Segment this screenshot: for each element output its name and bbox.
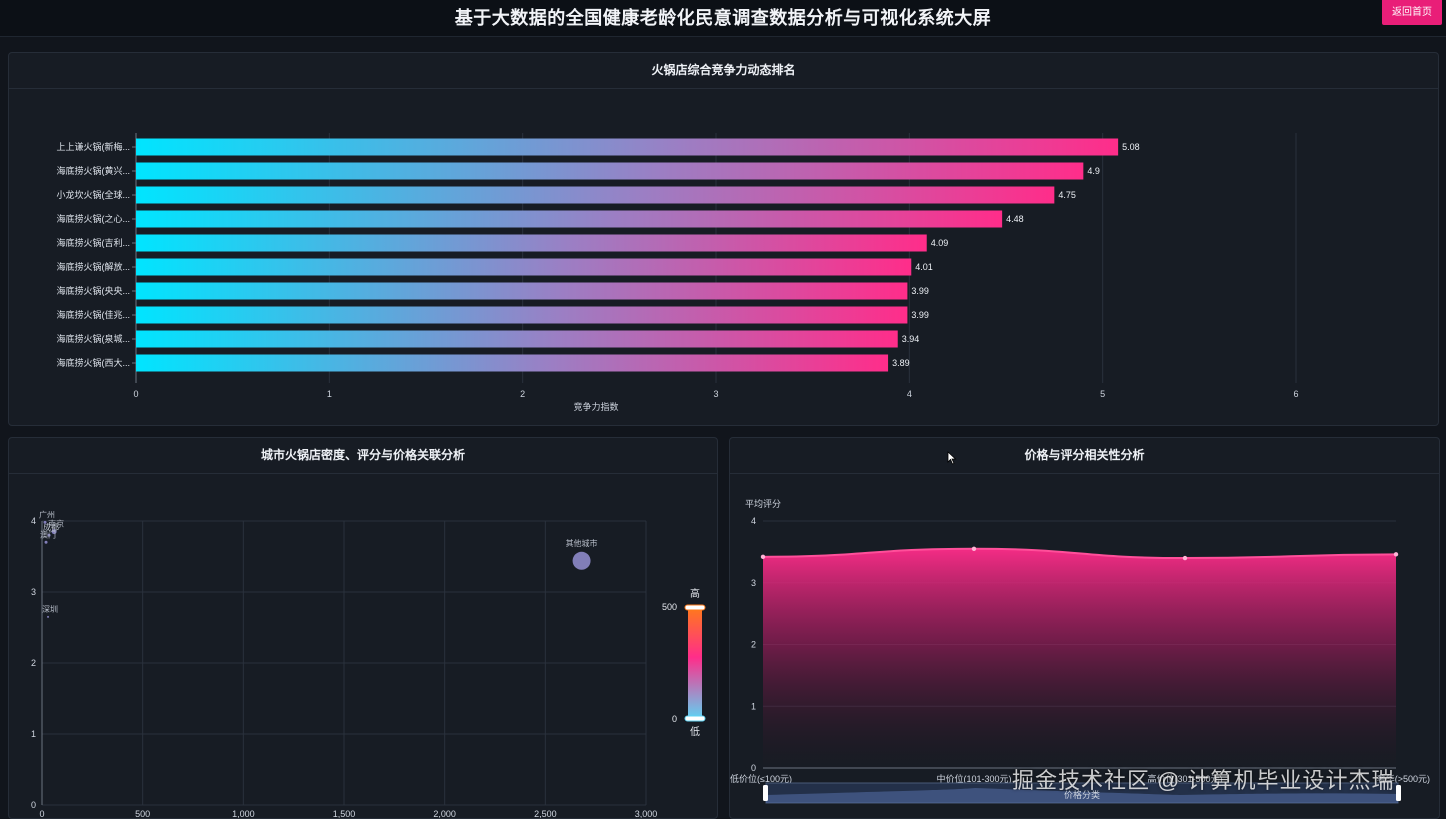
visualmap-handle-top	[684, 604, 706, 611]
bar-value-label: 3.99	[911, 286, 929, 296]
scatter-point-label: 深圳	[42, 604, 58, 614]
bar-category-label: 海底捞火锅(央央...	[57, 285, 131, 296]
bar	[136, 138, 1119, 156]
bar-category-label: 海底捞火锅(解放...	[57, 261, 131, 272]
y-tick-label: 2	[31, 658, 36, 668]
y-tick-label: 1	[31, 729, 36, 739]
ranking-bar-chart: 0 1 2 3 4 5 6 上上谦火锅(新梅... 5.08 海底捞火锅(黄兴... 4.9 小龙坎火…	[57, 133, 1299, 412]
area-point	[760, 554, 766, 560]
y-tick-label: 0	[31, 800, 36, 810]
area-fill	[763, 548, 1396, 768]
bar-value-label: 3.89	[892, 358, 910, 368]
bar-category-label: 海底捞火锅(吉利...	[57, 237, 131, 248]
scatter-point	[47, 615, 50, 618]
bar-category-label: 上上谦火锅(新梅...	[57, 141, 131, 152]
bar	[136, 306, 908, 324]
scatter-point	[44, 540, 48, 544]
bar-category-label: 小龙坎火锅(全球...	[57, 189, 131, 200]
scatter-point-label: 广州	[39, 509, 55, 519]
x-tick-label: 3,000	[635, 809, 658, 818]
x-tick-label: 500	[135, 809, 150, 818]
x-tick-label: 1,000	[232, 809, 255, 818]
y-tick-label: 3	[751, 578, 756, 588]
bar-value-label: 3.94	[902, 334, 920, 344]
area-point	[1393, 552, 1399, 557]
x-tick-label: 2,500	[534, 809, 557, 818]
mouse-cursor-icon	[947, 451, 957, 465]
y-tick-label: 4	[751, 516, 756, 526]
x-tick-label: 6	[1293, 389, 1298, 399]
x-tick-label: 0	[133, 389, 138, 399]
y-axis-title: 平均评分	[745, 498, 781, 509]
city-scatter-panel: 城市火锅店密度、评分与价格关联分析 0 500 1,000 1,500 2,000 2,5…	[8, 437, 718, 819]
bar-category-label: 海底捞火锅(泉城...	[57, 333, 131, 344]
visualmap-min-label: 0	[672, 714, 677, 724]
datazoom-handle-right[interactable]	[1396, 785, 1401, 801]
bar-category-label: 海底捞火锅(之心...	[57, 213, 131, 224]
x-tick-label: 1,500	[333, 809, 356, 818]
x-category-label: 中价位(101-300元)	[936, 773, 1011, 784]
y-tick-label: 4	[31, 516, 36, 526]
bar-category-label: 海底捞火锅(西大...	[57, 357, 131, 368]
x-tick-label: 4	[907, 389, 912, 399]
datazoom-handle-left[interactable]	[763, 785, 768, 801]
scatter-point-label: 其他城市	[566, 538, 598, 548]
ranking-panel: 火锅店综合竞争力动态排名 0 1 2 3 4 5 6 上上谦火锅(新梅... 5.08 海底捞火锅…	[8, 52, 1439, 426]
x-category-label: 低价位(≤100元)	[730, 773, 792, 784]
bar	[136, 282, 908, 300]
x-tick-label: 1	[327, 389, 332, 399]
area-point	[1182, 555, 1188, 561]
y-tick-label: 1	[751, 701, 756, 711]
visualmap-handle-bottom	[684, 715, 706, 722]
visualmap-low-label: 低	[690, 725, 700, 738]
bar-value-label: 4.09	[931, 238, 949, 248]
bar-category-label: 海底捞火锅(黄兴...	[57, 165, 131, 176]
page-title: 基于大数据的全国健康老龄化民意调查数据分析与可视化系统大屏	[454, 8, 992, 28]
price-rating-area-chart: 01234平均评分低价位(≤100元) 中价位(101-300元) 高价位(301-…	[730, 498, 1430, 804]
y-tick-label: 2	[751, 640, 756, 650]
x-tick-label: 2	[520, 389, 525, 399]
x-tick-label: 0	[39, 809, 44, 818]
bar-value-label: 4.01	[915, 262, 933, 272]
watermark: 掘金技术社区 @ 计算机毕业设计杰瑞	[1012, 768, 1395, 793]
x-tick-label: 2,000	[433, 809, 456, 818]
city-scatter-chart: 0 500 1,000 1,500 2,000 2,500 3,00001234广州南京成都…	[31, 509, 706, 818]
x-axis-title: 竞争力指数	[573, 401, 618, 412]
bar	[136, 186, 1055, 204]
bar-value-label: 4.48	[1006, 214, 1024, 224]
visualmap-bar	[688, 607, 702, 719]
scatter-point-label: 澳门	[40, 529, 56, 539]
bar	[136, 258, 912, 276]
bar	[136, 330, 898, 348]
bar-value-label: 3.99	[911, 310, 929, 320]
x-tick-label: 3	[713, 389, 718, 399]
scatter-point	[572, 551, 591, 570]
area-point	[971, 546, 977, 551]
bar-value-label: 5.08	[1122, 142, 1140, 152]
visualmap-high-label: 高	[690, 587, 700, 600]
price-rating-panel: 价格与评分相关性分析 0 1 2 3 4 平均评分 低价位(≤100元) 中价位(101-30…	[729, 437, 1440, 819]
bar-value-label: 4.75	[1058, 190, 1076, 200]
header-bar: 基于大数据的全国健康老龄化民意调查数据分析与可视化系统大屏 返回首页	[0, 0, 1446, 37]
back-home-button[interactable]: 返回首页	[1382, 0, 1442, 25]
bar-category-label: 海底捞火锅(佳兆...	[57, 309, 131, 320]
bar	[136, 354, 889, 372]
bar	[136, 210, 1003, 228]
bar-value-label: 4.9	[1087, 166, 1100, 176]
bar	[136, 234, 927, 252]
y-tick-label: 3	[31, 587, 36, 597]
y-tick-label: 0	[751, 763, 756, 773]
visualmap-max-label: 500	[662, 602, 677, 612]
bar	[136, 162, 1084, 180]
x-tick-label: 5	[1100, 389, 1105, 399]
